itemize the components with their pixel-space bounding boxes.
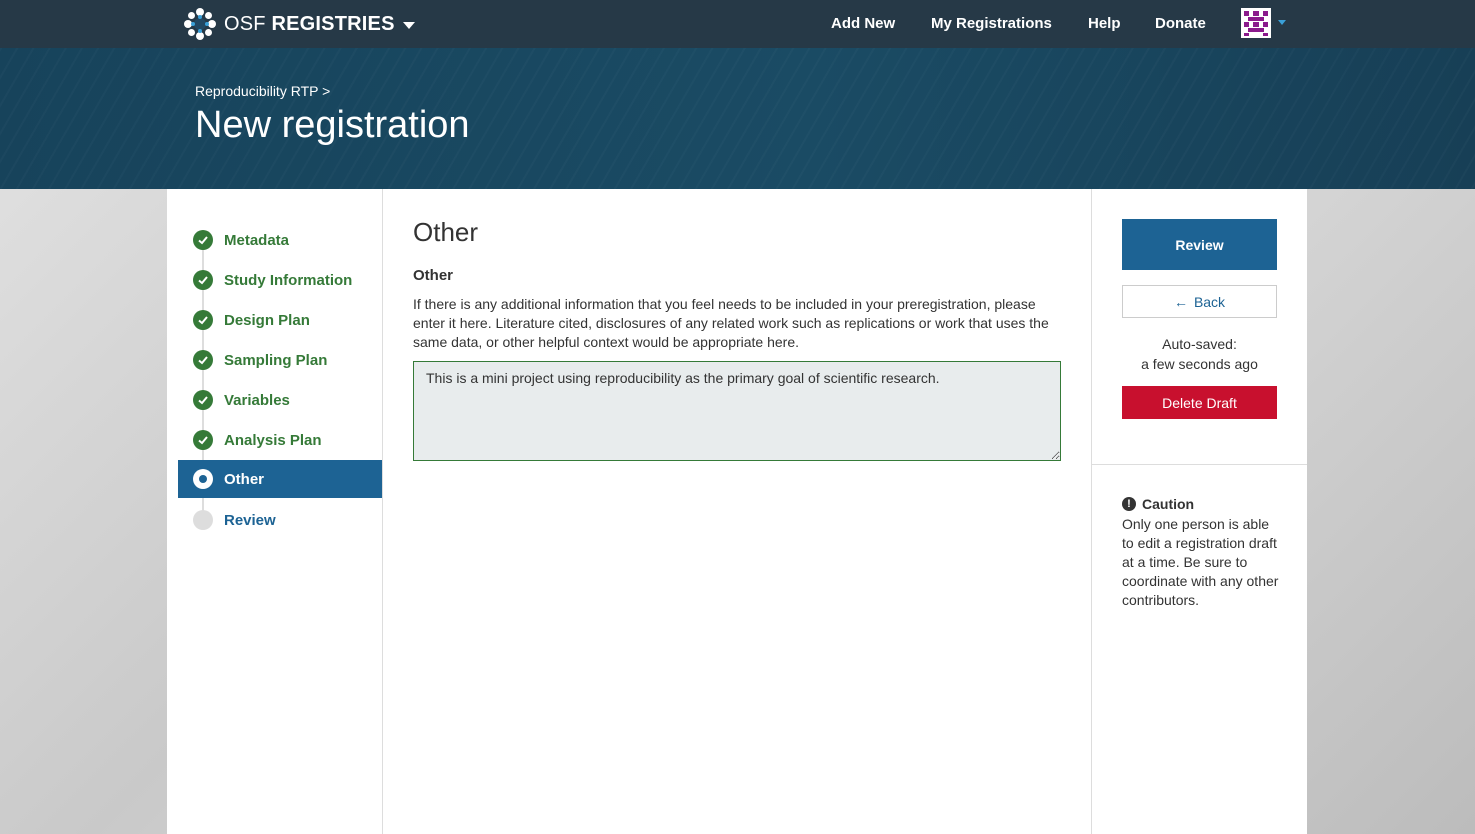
- step-review[interactable]: Review: [178, 501, 382, 539]
- divider: [1092, 464, 1307, 465]
- step-variables[interactable]: Variables: [178, 381, 382, 419]
- breadcrumb[interactable]: Reproducibility RTP >: [195, 83, 330, 99]
- step-analysis-plan[interactable]: Analysis Plan: [178, 421, 382, 459]
- user-avatar-icon[interactable]: [1241, 8, 1271, 38]
- check-icon: [193, 270, 213, 290]
- step-label: Metadata: [224, 231, 290, 249]
- step-label: Analysis Plan: [224, 431, 322, 449]
- osf-logo-icon: [184, 8, 216, 40]
- autosave-status: Auto-saved: a few seconds ago: [1122, 334, 1277, 374]
- caution-text: Only one person is able to edit a regist…: [1122, 516, 1279, 608]
- step-label: Variables: [224, 391, 290, 409]
- hero-banner: Reproducibility RTP > New registration: [0, 48, 1475, 189]
- step-design-plan[interactable]: Design Plan: [178, 301, 382, 339]
- step-label: Other: [224, 470, 265, 488]
- section-title: Other: [413, 217, 479, 247]
- nav-add-new[interactable]: Add New: [831, 15, 895, 32]
- caret-down-icon: [402, 21, 415, 29]
- step-sampling-plan[interactable]: Sampling Plan: [178, 341, 382, 379]
- check-icon: [193, 230, 213, 250]
- step-other[interactable]: Other: [178, 460, 382, 498]
- stepper-panel: Metadata Study Information Design Plan S…: [167, 189, 383, 834]
- step-label: Review: [224, 511, 276, 529]
- check-icon: [193, 390, 213, 410]
- back-button[interactable]: ← Back: [1122, 285, 1277, 318]
- top-navbar: OSF REGISTRIES Add New My Registrations …: [0, 0, 1475, 48]
- form-panel: Other Other If there is any additional i…: [383, 189, 1092, 834]
- check-icon: [193, 350, 213, 370]
- step-label: Sampling Plan: [224, 351, 328, 369]
- check-icon: [193, 310, 213, 330]
- review-button[interactable]: Review: [1122, 219, 1277, 270]
- autosave-label: Auto-saved:: [1162, 336, 1237, 352]
- step-metadata[interactable]: Metadata: [178, 221, 382, 259]
- exclamation-circle-icon: !: [1122, 497, 1136, 511]
- back-button-label: Back: [1193, 293, 1226, 310]
- step-label: Study Information: [224, 271, 353, 289]
- step-label: Design Plan: [224, 311, 310, 329]
- brand-osf: OSF: [224, 12, 266, 35]
- brand-menu[interactable]: OSF REGISTRIES: [182, 6, 415, 42]
- brand-registries: REGISTRIES: [271, 12, 395, 35]
- other-answer-textarea[interactable]: This is a mini project using reproducibi…: [413, 361, 1061, 461]
- arrow-left-icon: ←: [1173, 293, 1188, 310]
- current-step-icon: [193, 469, 213, 489]
- nav-donate[interactable]: Donate: [1155, 15, 1206, 32]
- autosave-time: a few seconds ago: [1141, 356, 1258, 372]
- caution-title: Caution: [1142, 496, 1195, 512]
- question-label: Other: [413, 267, 454, 284]
- step-study-information[interactable]: Study Information: [178, 261, 382, 299]
- nav-my-registrations[interactable]: My Registrations: [931, 15, 1052, 32]
- nav-help[interactable]: Help: [1088, 15, 1121, 32]
- brand-name: OSF REGISTRIES: [224, 13, 395, 36]
- actions-panel: Review ← Back Auto-saved: a few seconds …: [1092, 189, 1307, 834]
- avatar-caret-down-icon[interactable]: [1278, 20, 1286, 25]
- question-help-text: If there is any additional information t…: [413, 296, 1049, 350]
- delete-draft-button[interactable]: Delete Draft: [1122, 386, 1277, 419]
- check-icon: [193, 430, 213, 450]
- page-title: New registration: [195, 104, 470, 146]
- caution-heading: ! Caution: [1122, 496, 1194, 512]
- pending-step-icon: [193, 510, 213, 530]
